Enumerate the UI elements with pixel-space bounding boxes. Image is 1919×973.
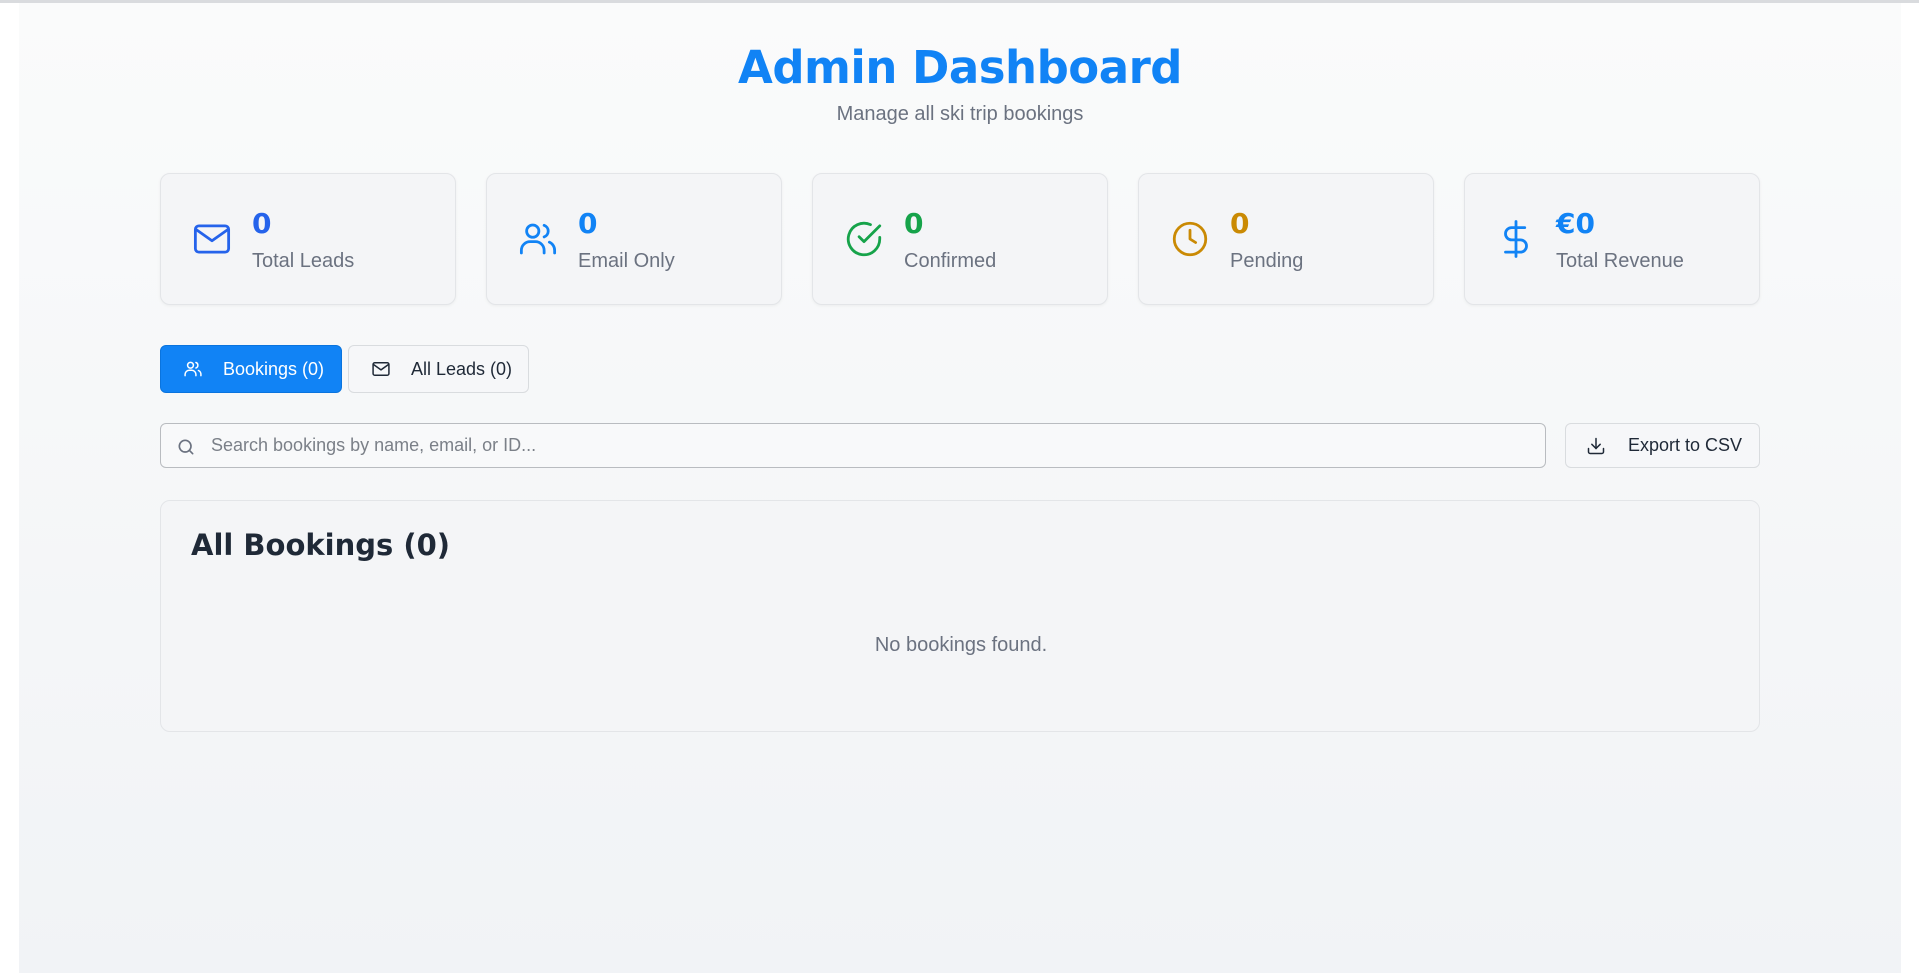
stat-card-pending: 0 Pending	[1138, 173, 1434, 305]
stat-label: Total Revenue	[1556, 250, 1684, 272]
stats-row: 0 Total Leads 0 Email Only 0 Confirmed 0…	[160, 173, 1760, 305]
mail-icon	[371, 359, 391, 379]
search-input[interactable]	[211, 424, 1531, 467]
download-icon	[1586, 436, 1606, 456]
search-box	[160, 423, 1546, 468]
bookings-panel: All Bookings (0) No bookings found.	[160, 500, 1760, 732]
tab-label: All Leads (0)	[411, 358, 513, 379]
export-label: Export to CSV	[1628, 435, 1743, 455]
stat-value: 0	[578, 207, 598, 240]
tab-label: Bookings (0)	[223, 358, 325, 379]
users-icon	[183, 359, 203, 379]
check-circle-icon	[843, 218, 885, 260]
page-subtitle: Manage all ski trip bookings	[836, 103, 1084, 125]
stat-label: Total Leads	[252, 250, 355, 272]
stat-value: 0	[252, 207, 272, 240]
tab-all-leads[interactable]: All Leads (0)	[348, 345, 529, 393]
users-icon	[517, 218, 559, 260]
stat-label: Confirmed	[904, 250, 997, 272]
stat-card-total-leads: 0 Total Leads	[160, 173, 456, 305]
stat-value: 0	[1230, 207, 1250, 240]
empty-state-message: No bookings found.	[874, 634, 1048, 656]
stat-value: 0	[904, 207, 924, 240]
stat-label: Pending	[1230, 250, 1304, 272]
page-title: Admin Dashboard	[738, 41, 1183, 94]
stat-card-total-revenue: €0 Total Revenue	[1464, 173, 1760, 305]
bookings-panel-title: All Bookings (0)	[191, 528, 451, 562]
tab-bookings[interactable]: Bookings (0)	[160, 345, 342, 393]
page-header: Admin Dashboard Manage all ski trip book…	[19, 41, 1901, 126]
search-icon	[176, 437, 196, 457]
stat-card-email-only: 0 Email Only	[486, 173, 782, 305]
stat-card-confirmed: 0 Confirmed	[812, 173, 1108, 305]
stat-label: Email Only	[578, 250, 675, 272]
stat-value: €0	[1556, 207, 1595, 240]
mail-icon	[191, 218, 233, 260]
dollar-icon	[1495, 218, 1537, 260]
clock-icon	[1169, 218, 1211, 260]
admin-dashboard-page: Admin Dashboard Manage all ski trip book…	[19, 3, 1901, 973]
export-csv-button[interactable]: Export to CSV	[1565, 423, 1760, 468]
